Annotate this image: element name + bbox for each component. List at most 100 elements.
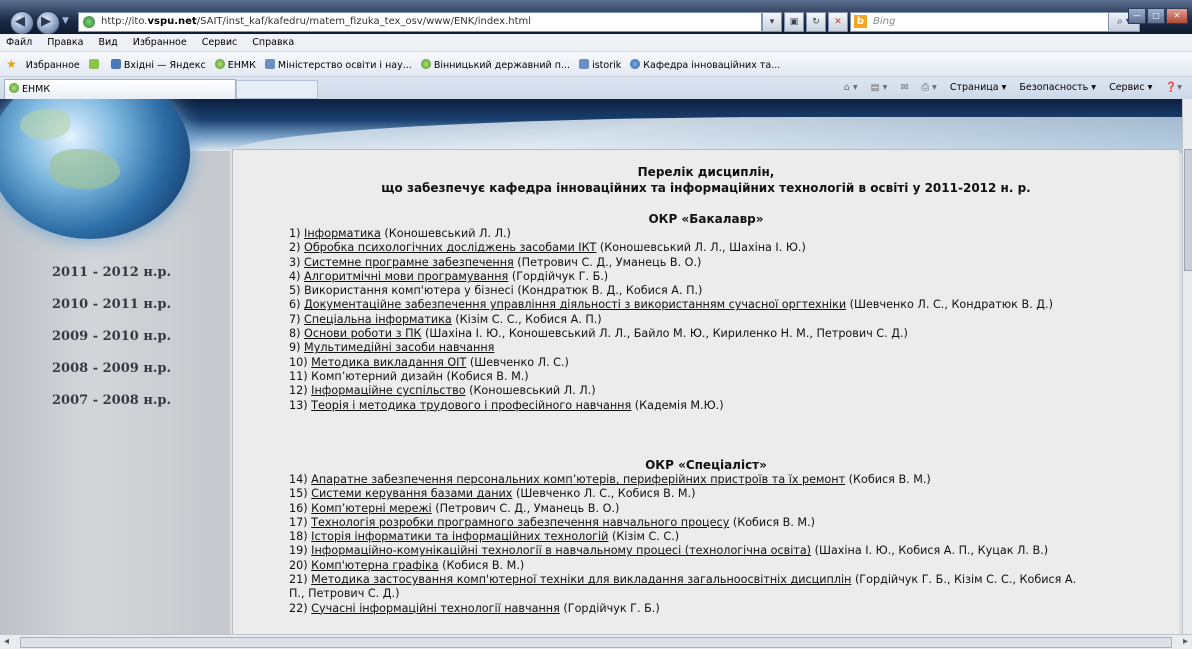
scroll-left-icon[interactable]: ◂ [4,635,9,649]
discipline-link[interactable]: Технологія розробки програмного забезпеч… [311,516,729,529]
history-dropdown-icon[interactable]: ▼ [62,16,69,26]
discipline-teachers: (Кобися В. М.) [845,473,931,486]
discipline-item: 5) Використання комп'ютера у бізнесі (Ко… [289,284,1089,298]
favorite-link-5[interactable]: istorik [579,54,621,78]
favorite-link-2[interactable]: ЕНМК [214,54,256,78]
compatibility-icon[interactable]: ▣ [784,12,804,32]
discipline-link[interactable]: Спеціальна інформатика [304,313,452,326]
favorite-link-4[interactable]: Вінницький державний п... [420,54,570,78]
browser-title-bar: ◀ ▶ ▼ http://ito.vspu.net/SAIT/inst_kaf/… [0,0,1192,35]
favorite-link-3[interactable]: Міністерство освіти і нау... [264,54,412,78]
item-number: 20) [289,558,312,572]
discipline-link[interactable]: Системи керування базами даних [311,487,512,500]
discipline-link[interactable]: Комп’ютерні мережі [311,502,432,515]
dropdown-icon[interactable]: ▾ [762,12,782,32]
page-menu[interactable]: Страница ▾ [950,82,1006,93]
discipline-item: 21) Методика застосування комп'ютерної т… [289,573,1089,602]
favorites-star-icon[interactable]: ★ [6,57,17,71]
maximize-icon[interactable]: □ [1147,8,1165,24]
page-content: 2011 - 2012 н.р. 2010 - 2011 н.р. 2009 -… [0,99,1182,634]
item-number: 12) [289,384,312,398]
year-link-2009-2010[interactable]: 2009 - 2010 н.р. [52,328,230,346]
item-number: 5) [289,284,305,298]
tools-menu[interactable]: Сервис ▾ [1109,82,1152,93]
discipline-link[interactable]: Сучасні інформаційні технології навчання [311,602,560,615]
address-url: http://ito.vspu.net/SAIT/inst_kaf/kafedr… [101,16,532,27]
discipline-teachers: (Шевченко Л. С., Кобися В. М.) [512,487,696,501]
discipline-item: 10) Методика викладання ОІТ (Шевченко Л.… [289,356,1089,370]
vertical-scroll-thumb[interactable] [1184,149,1192,271]
discipline-link[interactable]: Інформатика [304,227,381,240]
discipline-link[interactable]: Історія інформатики та інформаційних тех… [311,530,608,543]
horizontal-scrollbar[interactable]: ◂ ▸ [0,634,1192,649]
discipline-link[interactable]: Обробка психологічних досліджень засобам… [304,241,596,254]
feeds-icon[interactable]: ▤ ▾ [871,82,888,93]
discipline-link[interactable]: Алгоритмічні мови програмування [304,270,508,283]
ie-page-icon [579,59,590,69]
search-input[interactable]: b Bing [850,12,1110,32]
discipline-item: 15) Системи керування базами даних (Шевч… [289,487,1089,501]
discipline-link[interactable]: Системне програмне забезпечення [304,256,514,269]
print-icon[interactable]: ⎙ ▾ [921,82,936,93]
discipline-link[interactable]: Теорія і методика трудового і професійно… [311,399,631,412]
discipline-teachers: Використання комп'ютера у бізнесі (Кондр… [304,284,703,298]
specialist-list: 14) Апаратне забезпечення персональних к… [289,473,1089,616]
heading-line-2: що забезпечує кафедра інноваційних та ін… [381,181,1031,195]
minimize-icon[interactable]: — [1128,8,1146,24]
discipline-teachers: (Шевченко Л. С., Кондратюк В. Д.) [846,298,1053,312]
item-number: 8) [289,327,305,341]
menu-tools[interactable]: Сервис [202,34,238,51]
discipline-item: 12) Інформаційне суспільство (Коношевськ… [289,384,1089,398]
new-tab-button[interactable] [236,80,318,99]
discipline-link[interactable]: Інформаційне суспільство [311,384,465,397]
forward-button[interactable]: ▶ [36,11,60,35]
discipline-link[interactable]: Мультимедійні засоби навчання [304,341,494,354]
year-link-2007-2008[interactable]: 2007 - 2008 н.р. [52,392,230,410]
scroll-right-icon[interactable]: ▸ [1183,635,1188,649]
globe-icon [420,59,431,69]
discipline-link[interactable]: Комп'ютерна графіка [311,559,438,572]
year-link-2010-2011[interactable]: 2010 - 2011 н.р. [52,296,230,314]
menu-bar: Файл Правка Вид Избранное Сервис Справка [0,34,1192,52]
tab-row: ЕНМК ⌂ ▾ ▤ ▾ ✉ ⎙ ▾ Страница ▾ Безопаснос… [0,77,1192,100]
favorite-link-6[interactable]: Кафедра інноваційних та... [630,54,780,78]
menu-file[interactable]: Файл [6,34,32,51]
discipline-link[interactable]: Інформаційно-комунікаційні технології в … [311,544,811,557]
back-button[interactable]: ◀ [10,11,34,35]
tab-enmk[interactable]: ЕНМК [4,79,236,99]
favorite-link-1[interactable]: Вхідні — Яндекс [110,54,206,78]
refresh-icon[interactable]: ↻ [806,12,826,32]
discipline-link[interactable]: Основи роботи з ПК [304,327,421,340]
horizontal-scroll-thumb[interactable] [20,637,1172,648]
stop-icon[interactable]: ✕ [828,12,848,32]
discipline-link[interactable]: Документаційне забезпечення управління д… [304,298,846,311]
help-icon[interactable]: ❓▾ [1165,82,1182,93]
forward-arrow-icon: ▶ [41,14,51,29]
discipline-teachers: (Кадемія М.Ю.) [631,398,724,412]
safety-menu[interactable]: Безопасность ▾ [1019,82,1096,93]
menu-favorites[interactable]: Избранное [133,34,187,51]
item-number: 13) [289,398,312,412]
year-link-2011-2012[interactable]: 2011 - 2012 н.р. [52,264,230,282]
vertical-scrollbar[interactable] [1182,99,1192,634]
discipline-link[interactable]: Апаратне забезпечення персональних комп’… [311,473,845,486]
address-bar[interactable]: http://ito.vspu.net/SAIT/inst_kaf/kafedr… [78,12,762,32]
menu-edit[interactable]: Правка [47,34,83,51]
add-favorite-icon[interactable] [88,54,102,78]
discipline-item: 4) Алгоритмічні мови програмування (Горд… [289,270,1089,284]
menu-help[interactable]: Справка [252,34,294,51]
menu-view[interactable]: Вид [98,34,117,51]
mail-read-icon[interactable]: ✉ [900,82,908,93]
discipline-link[interactable]: Методика викладання ОІТ [311,356,466,369]
main-panel: Перелік дисциплін, що забезпечує кафедра… [232,149,1179,634]
discipline-link[interactable]: Методика застосування комп'ютерної техні… [311,573,851,586]
home-icon[interactable]: ⌂ ▾ [844,82,858,93]
bachelor-section-title: ОКР «Бакалавр» [648,212,764,226]
favorites-button[interactable]: Избранное [26,54,80,78]
discipline-item: 17) Технологія розробки програмного забе… [289,516,1089,530]
page-heading: Перелік дисциплін, що забезпечує кафедра… [233,164,1179,196]
close-icon[interactable]: ✕ [1166,8,1188,24]
year-link-2008-2009[interactable]: 2008 - 2009 н.р. [52,360,230,378]
discipline-item: 1) Інформатика (Коношевський Л. Л.) [289,227,1089,241]
item-number: 11) [289,369,312,383]
